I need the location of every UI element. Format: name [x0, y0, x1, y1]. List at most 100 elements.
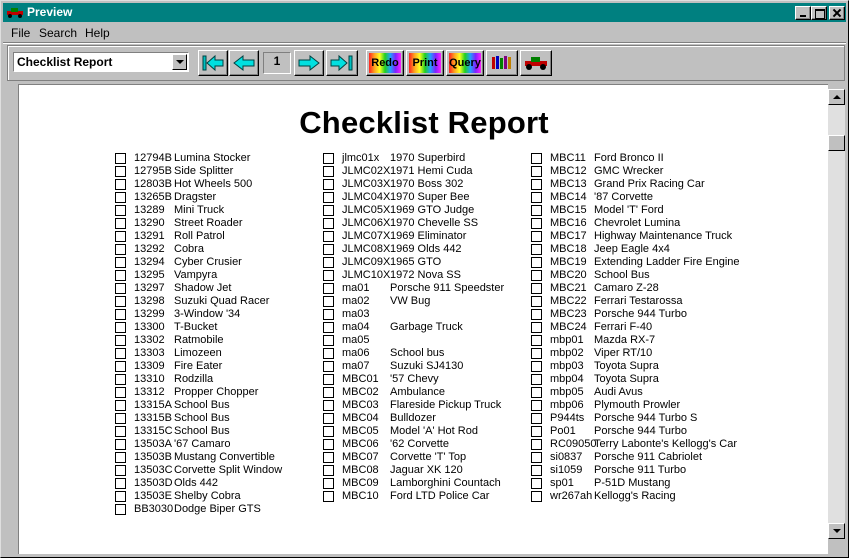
checkbox[interactable] [531, 205, 542, 216]
checkbox[interactable] [531, 387, 542, 398]
scroll-down-button[interactable] [828, 523, 845, 539]
checkbox[interactable] [531, 374, 542, 385]
checkbox[interactable] [323, 439, 334, 450]
checkbox[interactable] [115, 465, 126, 476]
close-button[interactable] [829, 6, 845, 20]
checkbox[interactable] [531, 244, 542, 255]
checkbox[interactable] [323, 491, 334, 502]
checkbox[interactable] [531, 465, 542, 476]
catalog-button[interactable] [486, 50, 518, 76]
menu-search[interactable]: Search [39, 26, 77, 40]
title-bar[interactable]: Preview [3, 3, 846, 22]
checkbox[interactable] [531, 257, 542, 268]
checkbox[interactable] [323, 166, 334, 177]
checkbox[interactable] [531, 218, 542, 229]
checkbox[interactable] [531, 153, 542, 164]
checkbox[interactable] [115, 426, 126, 437]
previous-page-button[interactable] [229, 50, 259, 76]
checkbox[interactable] [115, 374, 126, 385]
print-button[interactable]: Print [406, 50, 444, 76]
checkbox[interactable] [115, 153, 126, 164]
checkbox[interactable] [531, 335, 542, 346]
query-button[interactable]: Query [446, 50, 484, 76]
checkbox[interactable] [531, 192, 542, 203]
checkbox[interactable] [115, 491, 126, 502]
report-select[interactable]: Checklist Report [13, 52, 189, 72]
checkbox[interactable] [323, 426, 334, 437]
checkbox[interactable] [531, 348, 542, 359]
checkbox[interactable] [115, 283, 126, 294]
checkbox[interactable] [531, 166, 542, 177]
checkbox[interactable] [115, 335, 126, 346]
checkbox[interactable] [115, 257, 126, 268]
checkbox[interactable] [531, 309, 542, 320]
first-page-button[interactable] [198, 50, 228, 76]
checkbox[interactable] [323, 192, 334, 203]
checkbox[interactable] [115, 348, 126, 359]
checkbox[interactable] [115, 361, 126, 372]
checkbox[interactable] [115, 270, 126, 281]
checkbox[interactable] [531, 439, 542, 450]
checkbox[interactable] [531, 452, 542, 463]
checkbox[interactable] [323, 309, 334, 320]
checkbox[interactable] [531, 231, 542, 242]
checkbox[interactable] [115, 400, 126, 411]
car-button[interactable] [520, 50, 552, 76]
checkbox[interactable] [531, 400, 542, 411]
checkbox[interactable] [531, 361, 542, 372]
checkbox[interactable] [115, 322, 126, 333]
menu-file[interactable]: File [11, 26, 30, 40]
vertical-scrollbar[interactable] [828, 91, 845, 537]
checkbox[interactable] [115, 413, 126, 424]
checkbox[interactable] [323, 413, 334, 424]
checkbox[interactable] [115, 296, 126, 307]
checkbox[interactable] [115, 244, 126, 255]
checkbox[interactable] [323, 465, 334, 476]
checkbox[interactable] [323, 400, 334, 411]
menu-help[interactable]: Help [85, 26, 110, 40]
checkbox[interactable] [115, 192, 126, 203]
checkbox[interactable] [531, 491, 542, 502]
checkbox[interactable] [115, 387, 126, 398]
checkbox[interactable] [323, 231, 334, 242]
checkbox[interactable] [115, 452, 126, 463]
checkbox[interactable] [323, 296, 334, 307]
scroll-up-button[interactable] [828, 89, 845, 105]
checkbox[interactable] [531, 322, 542, 333]
checkbox[interactable] [115, 439, 126, 450]
checkbox[interactable] [115, 504, 126, 515]
checkbox[interactable] [531, 179, 542, 190]
next-page-button[interactable] [294, 50, 324, 76]
checkbox[interactable] [323, 322, 334, 333]
checkbox[interactable] [115, 478, 126, 489]
checkbox[interactable] [323, 374, 334, 385]
checkbox[interactable] [115, 218, 126, 229]
checkbox[interactable] [323, 387, 334, 398]
checkbox[interactable] [323, 205, 334, 216]
checkbox[interactable] [531, 296, 542, 307]
checkbox[interactable] [323, 257, 334, 268]
checkbox[interactable] [115, 309, 126, 320]
chevron-down-icon[interactable] [172, 54, 187, 70]
checkbox[interactable] [323, 335, 334, 346]
checkbox[interactable] [531, 270, 542, 281]
checkbox[interactable] [323, 218, 334, 229]
checkbox[interactable] [323, 244, 334, 255]
last-page-button[interactable] [326, 50, 358, 76]
scrollbar-thumb[interactable] [828, 135, 845, 151]
checkbox[interactable] [323, 179, 334, 190]
checkbox[interactable] [323, 348, 334, 359]
minimize-button[interactable] [795, 6, 811, 20]
checkbox[interactable] [323, 452, 334, 463]
checkbox[interactable] [323, 153, 334, 164]
checkbox[interactable] [115, 205, 126, 216]
checkbox[interactable] [323, 478, 334, 489]
checkbox[interactable] [323, 361, 334, 372]
checkbox[interactable] [115, 231, 126, 242]
checkbox[interactable] [323, 283, 334, 294]
checkbox[interactable] [531, 413, 542, 424]
checkbox[interactable] [531, 426, 542, 437]
checkbox[interactable] [531, 478, 542, 489]
redo-button[interactable]: Redo [366, 50, 404, 76]
checkbox[interactable] [323, 270, 334, 281]
